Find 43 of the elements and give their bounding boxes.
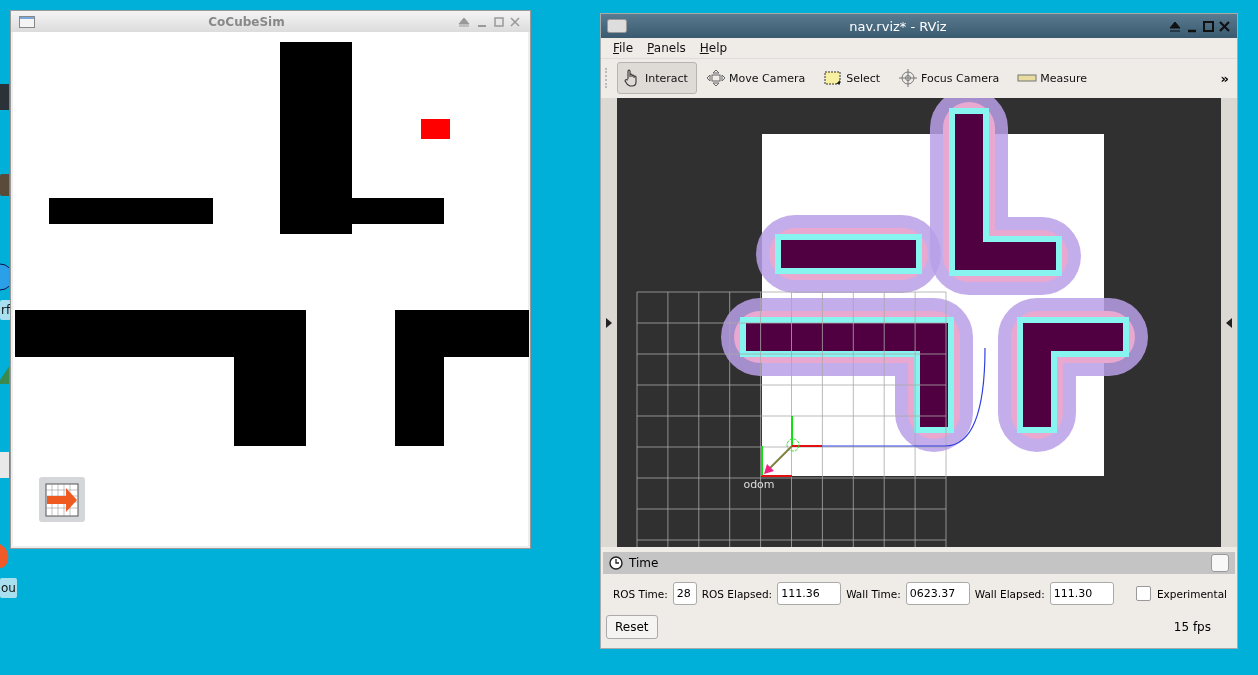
tool-button[interactable]: Select — [818, 62, 890, 94]
focus-icon — [898, 69, 919, 87]
app-icon[interactable] — [0, 262, 9, 292]
field-label: ROS Time: — [613, 587, 668, 600]
expand-right-icon[interactable] — [1226, 317, 1232, 328]
menu-item[interactable]: Panels — [647, 41, 686, 55]
move-icon — [706, 69, 726, 87]
window-title: nav.rviz* - RViz — [848, 18, 948, 34]
panel-toggle[interactable] — [1211, 554, 1229, 572]
menu-item[interactable]: Help — [699, 41, 728, 55]
window-title: CoCubeSim — [207, 14, 286, 29]
arrow-grid-button[interactable] — [39, 477, 85, 522]
time-field[interactable]: 111.30 — [1049, 582, 1114, 605]
window-controls[interactable] — [458, 15, 522, 28]
arrow-icon — [44, 481, 80, 518]
time-field[interactable]: 0623.37 — [905, 582, 970, 605]
time-field[interactable]: 28 — [672, 582, 697, 605]
checkbox-label: Experimental — [1156, 587, 1227, 600]
window-icon — [19, 15, 35, 28]
tool-button[interactable]: Move Camera — [701, 62, 815, 94]
tool-button[interactable]: Measure — [1012, 62, 1096, 94]
reset-button[interactable]: Reset — [606, 615, 658, 639]
desktop-icon-label[interactable]: ou — [0, 578, 17, 598]
select-icon — [823, 69, 844, 87]
3d-viewport[interactable]: odom — [617, 98, 1221, 547]
expand-left-icon[interactable] — [606, 317, 612, 328]
fps-readout: 15 fps — [1173, 620, 1211, 634]
time-field[interactable]: 111.36 — [777, 582, 842, 605]
frame-label: odom — [743, 478, 775, 491]
menu-item[interactable]: File — [613, 41, 634, 55]
clock-icon — [609, 556, 623, 570]
tool-button[interactable]: Focus Camera — [893, 62, 1009, 94]
checkbox[interactable] — [1135, 586, 1151, 601]
window-icon — [607, 19, 627, 33]
field-label: Wall Time: — [846, 587, 901, 600]
tool-button[interactable]: Interact — [617, 62, 697, 94]
window-controls[interactable] — [1169, 19, 1231, 33]
field-label: Wall Elapsed: — [974, 587, 1045, 600]
more-tools-button[interactable]: » — [1220, 70, 1229, 86]
axes-drawing — [761, 415, 823, 477]
panel-title: Time — [629, 556, 660, 570]
field-label: ROS Elapsed: — [701, 587, 773, 600]
robot-marker — [421, 119, 450, 139]
